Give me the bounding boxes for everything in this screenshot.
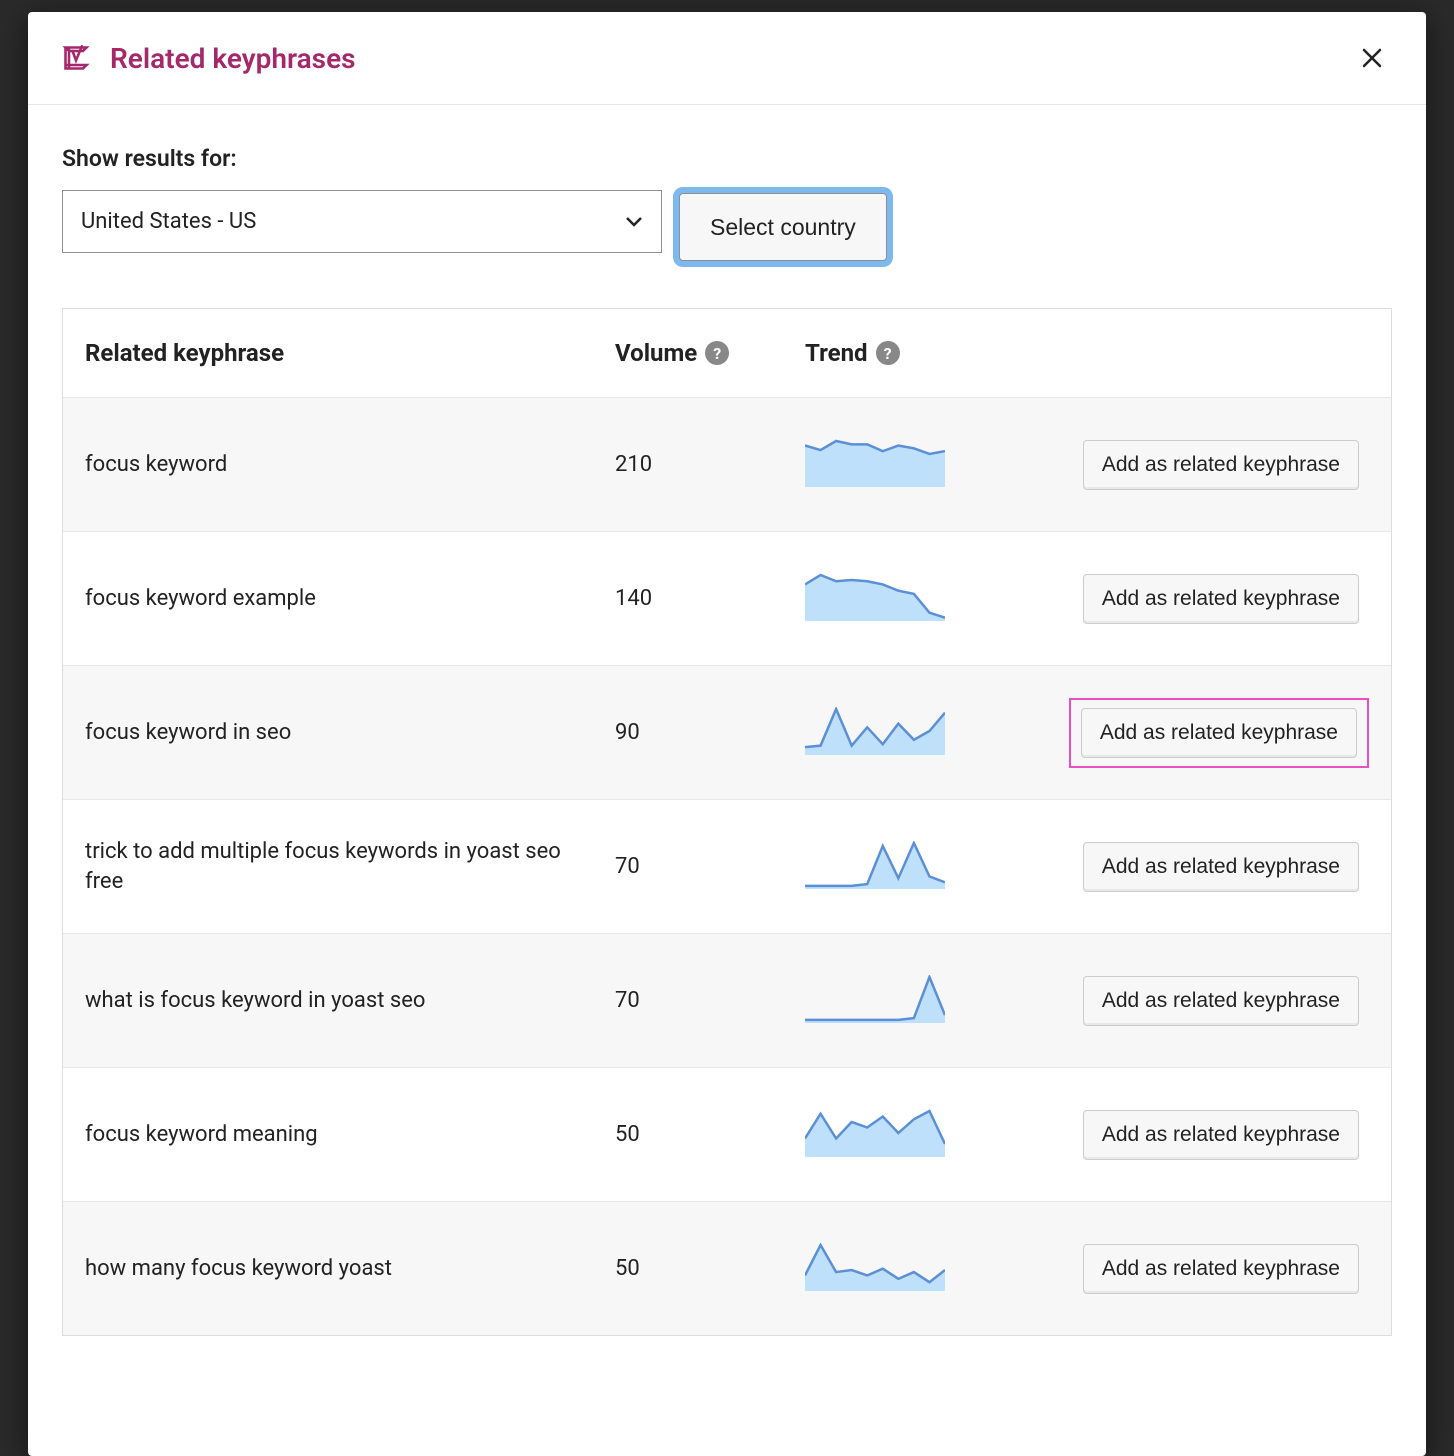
add-keyphrase-button[interactable]: Add as related keyphrase (1081, 708, 1357, 758)
table-row: focus keyword example 140 Add as related… (63, 531, 1391, 665)
modal-header: Related keyphrases (28, 12, 1426, 105)
trend-sparkline (805, 975, 945, 1023)
cell-trend (805, 439, 1025, 491)
cell-trend (805, 573, 1025, 625)
action-wrap: Add as related keyphrase (1073, 1236, 1369, 1302)
select-country-button[interactable]: Select country (679, 193, 887, 261)
action-wrap: Add as related keyphrase (1073, 566, 1369, 632)
modal-body: Show results for: United States - US Sel… (28, 105, 1426, 1336)
cell-keyphrase: focus keyword in seo (85, 718, 615, 748)
close-button[interactable] (1352, 38, 1392, 78)
trend-sparkline (805, 707, 945, 755)
trend-sparkline (805, 841, 945, 889)
action-wrap: Add as related keyphrase (1073, 432, 1369, 498)
filter-row: United States - US Select country (62, 190, 1392, 264)
cell-volume: 140 (615, 586, 805, 611)
table-row: what is focus keyword in yoast seo 70 Ad… (63, 933, 1391, 1067)
country-select[interactable]: United States - US (62, 190, 662, 253)
cell-volume: 70 (615, 854, 805, 879)
table-row: focus keyword 210 Add as related keyphra… (63, 397, 1391, 531)
cell-trend (805, 707, 1025, 759)
cell-keyphrase: focus keyword (85, 450, 615, 480)
cell-keyphrase: focus keyword meaning (85, 1120, 615, 1150)
add-keyphrase-button[interactable]: Add as related keyphrase (1083, 1110, 1359, 1160)
chevron-down-icon (625, 216, 643, 228)
keyphrase-table: Related keyphrase Volume ? Trend ? focus… (62, 308, 1392, 1336)
table-header: Related keyphrase Volume ? Trend ? (63, 309, 1391, 397)
add-keyphrase-button[interactable]: Add as related keyphrase (1083, 976, 1359, 1026)
header-keyphrase: Related keyphrase (85, 339, 615, 367)
yoast-icon (62, 44, 90, 72)
cell-trend (805, 1243, 1025, 1295)
cell-trend (805, 1109, 1025, 1161)
action-wrap: Add as related keyphrase (1069, 698, 1369, 768)
cell-volume: 90 (615, 720, 805, 745)
table-row: how many focus keyword yoast 50 Add as r… (63, 1201, 1391, 1335)
help-icon[interactable]: ? (705, 341, 729, 365)
country-select-value: United States - US (81, 209, 256, 234)
help-icon[interactable]: ? (876, 341, 900, 365)
cell-trend (805, 975, 1025, 1027)
filter-label: Show results for: (62, 145, 1392, 172)
cell-volume: 70 (615, 988, 805, 1013)
action-wrap: Add as related keyphrase (1073, 1102, 1369, 1168)
header-trend: Trend ? (805, 339, 1025, 367)
close-icon (1360, 46, 1384, 70)
cell-keyphrase: what is focus keyword in yoast seo (85, 986, 615, 1016)
cell-keyphrase: focus keyword example (85, 584, 615, 614)
action-wrap: Add as related keyphrase (1073, 968, 1369, 1034)
cell-volume: 50 (615, 1256, 805, 1281)
table-row: focus keyword meaning 50 Add as related … (63, 1067, 1391, 1201)
action-wrap: Add as related keyphrase (1073, 834, 1369, 900)
table-row: trick to add multiple focus keywords in … (63, 799, 1391, 933)
cell-volume: 210 (615, 452, 805, 477)
add-keyphrase-button[interactable]: Add as related keyphrase (1083, 440, 1359, 490)
trend-sparkline (805, 573, 945, 621)
add-keyphrase-button[interactable]: Add as related keyphrase (1083, 842, 1359, 892)
add-keyphrase-button[interactable]: Add as related keyphrase (1083, 1244, 1359, 1294)
cell-trend (805, 841, 1025, 893)
header-volume: Volume ? (615, 339, 805, 367)
modal-title: Related keyphrases (110, 42, 1352, 75)
add-keyphrase-button[interactable]: Add as related keyphrase (1083, 574, 1359, 624)
cell-keyphrase: how many focus keyword yoast (85, 1254, 615, 1284)
related-keyphrases-modal: Related keyphrases Show results for: Uni… (28, 12, 1426, 1456)
cell-keyphrase: trick to add multiple focus keywords in … (85, 837, 615, 896)
cell-volume: 50 (615, 1122, 805, 1147)
table-row: focus keyword in seo 90 Add as related k… (63, 665, 1391, 799)
trend-sparkline (805, 1109, 945, 1157)
trend-sparkline (805, 439, 945, 487)
trend-sparkline (805, 1243, 945, 1291)
